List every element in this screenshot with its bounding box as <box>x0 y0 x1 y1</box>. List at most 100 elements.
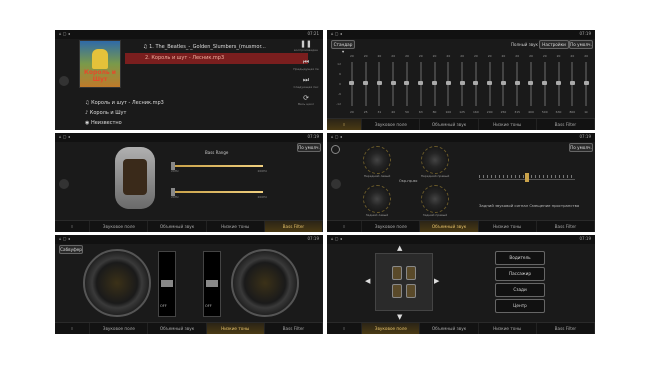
settings-button[interactable]: Настройки <box>539 40 569 49</box>
arrow-right-icon[interactable]: ▶ <box>434 277 439 285</box>
settings-gear-icon[interactable] <box>331 145 340 154</box>
previous-button[interactable]: ⏮ Предыдущая пе <box>289 58 323 76</box>
eq-band-handle[interactable] <box>349 81 355 85</box>
slider-handle[interactable] <box>161 280 173 287</box>
tab-bass-filter[interactable]: Bass Filter <box>265 323 323 334</box>
next-button[interactable]: ⏭ Следующая пес <box>289 76 323 94</box>
eq-band-handle[interactable] <box>569 81 575 85</box>
eq-band[interactable]: 20 800 <box>565 54 579 116</box>
eq-band-handle[interactable] <box>542 81 548 85</box>
bass-slider-2[interactable]: 20Hz 200Hz <box>171 185 267 199</box>
eq-band-handle[interactable] <box>459 81 465 85</box>
side-home-icon[interactable] <box>331 179 341 189</box>
bass-slider-1[interactable]: 20Hz 200Hz <box>171 159 267 173</box>
sub-slider-left[interactable]: OFF <box>158 251 176 317</box>
eq-band-handle[interactable] <box>363 81 369 85</box>
eq-band[interactable]: 20 20 <box>345 54 359 116</box>
tab-sound-field[interactable]: Звуковое поле <box>362 221 421 232</box>
preset-dropdown[interactable]: Стандар ▾ <box>331 40 355 54</box>
list-item-selected[interactable]: 2. Король и шут - Лесник.mp3 <box>125 53 308 64</box>
space-shift-slider[interactable] <box>479 171 575 185</box>
default-button[interactable]: По умолч. <box>297 143 321 152</box>
tab-bass-filter[interactable]: Bass Filter <box>537 221 595 232</box>
eq-band[interactable]: 20 25 <box>359 54 373 116</box>
tab-bass[interactable]: Низкие тоны <box>479 323 537 334</box>
eq-band-handle[interactable] <box>432 81 438 85</box>
eq-band[interactable]: 20 125 <box>455 54 469 116</box>
passenger-button[interactable]: Пассажир <box>495 267 545 281</box>
eq-band-handle[interactable] <box>390 81 396 85</box>
side-home-icon[interactable] <box>59 76 69 86</box>
eq-band-handle[interactable] <box>583 81 589 85</box>
tab-surround[interactable]: Объемный звук <box>420 119 479 130</box>
eq-band[interactable]: 20 80 <box>428 54 442 116</box>
eq-band[interactable]: 20 63 <box>414 54 428 116</box>
tab-bass-filter[interactable]: Bass Filter <box>264 221 323 232</box>
tab-bass-filter[interactable]: Bass Filter <box>537 119 595 130</box>
slider-handle[interactable] <box>525 173 529 182</box>
eq-band-handle[interactable] <box>528 81 534 85</box>
knob-rear-left[interactable]: Задний левый <box>363 185 391 217</box>
pause-button[interactable]: ❚❚ воспроизведен <box>289 40 323 58</box>
tab-sound-field[interactable]: Звуковое поле <box>90 323 149 334</box>
tab-equalizer[interactable]: ⫶⫶ <box>327 323 363 334</box>
eq-band[interactable]: 20 630 <box>552 54 566 116</box>
sub-slider-right[interactable]: OFF <box>203 251 221 317</box>
eq-band-handle[interactable] <box>404 81 410 85</box>
eq-band-handle[interactable] <box>445 81 451 85</box>
side-home-icon[interactable] <box>59 179 69 189</box>
tab-bass[interactable]: Низкие тоны <box>479 119 537 130</box>
eq-band[interactable]: 20 31 <box>373 54 387 116</box>
knob-front-left[interactable]: Передний левый <box>363 146 391 178</box>
eq-band-handle[interactable] <box>473 81 479 85</box>
repeat-button[interactable]: ⟳ Весь цикл <box>289 94 323 112</box>
sound-field-grid[interactable] <box>375 253 433 311</box>
eq-band-handle[interactable] <box>487 81 493 85</box>
tab-bass[interactable]: Низкие тоны <box>479 221 537 232</box>
tab-bass[interactable]: Низкие тоны <box>206 323 265 334</box>
tab-surround[interactable]: Объемный звук <box>420 323 479 334</box>
list-item[interactable]: ♫ 1. The_Beatles_-_Golden_Slumbers_(musm… <box>143 42 308 53</box>
tab-bass-filter[interactable]: Bass Filter <box>537 323 595 334</box>
arrow-left-icon[interactable]: ◀ <box>365 277 370 285</box>
eq-band[interactable]: 20 160 <box>469 54 483 116</box>
tab-equalizer[interactable]: ⫶⫶ <box>55 323 91 334</box>
eq-band[interactable]: 20 400 <box>524 54 538 116</box>
eq-band-handle[interactable] <box>376 81 382 85</box>
tab-bass[interactable]: Низкие тоны <box>207 221 265 232</box>
tab-surround[interactable]: Объемный звук <box>148 323 207 334</box>
full-sound-button[interactable]: Полный звук <box>511 42 538 47</box>
arrow-down-icon[interactable]: ▼ <box>397 313 402 321</box>
eq-band-handle[interactable] <box>418 81 424 85</box>
default-button[interactable]: По умолч. <box>569 40 593 49</box>
slider-handle[interactable] <box>206 280 218 287</box>
eq-band[interactable]: 20 1k <box>579 54 593 116</box>
eq-band-handle[interactable] <box>556 81 562 85</box>
driver-button[interactable]: Водитель <box>495 251 545 265</box>
eq-band[interactable]: 20 100 <box>441 54 455 116</box>
subwoofer-button[interactable]: Сабвуфер <box>59 245 83 254</box>
eq-band-handle[interactable] <box>500 81 506 85</box>
eq-band[interactable]: 20 250 <box>497 54 511 116</box>
tab-surround[interactable]: Объемный звук <box>148 221 207 232</box>
knob-rear-right[interactable]: Задний правый <box>421 185 449 217</box>
tab-sound-field[interactable]: Звуковое поле <box>362 323 421 334</box>
eq-band[interactable]: 20 200 <box>483 54 497 116</box>
tab-surround[interactable]: Объемный звук <box>420 221 479 232</box>
eq-band-handle[interactable] <box>514 81 520 85</box>
center-button[interactable]: Центр <box>495 299 545 313</box>
tab-equalizer[interactable]: ⫶⫶ <box>327 221 363 232</box>
knob-front-right[interactable]: Передний правый <box>421 146 449 178</box>
default-button[interactable]: По умолч. <box>569 143 593 152</box>
eq-band-value: 20 <box>363 54 368 58</box>
eq-band[interactable]: 20 50 <box>400 54 414 116</box>
eq-band[interactable]: 20 500 <box>538 54 552 116</box>
tab-sound-field[interactable]: Звуковое поле <box>362 119 421 130</box>
eq-band[interactable]: 20 315 <box>510 54 524 116</box>
arrow-up-icon[interactable]: ▲ <box>397 244 402 252</box>
tab-equalizer[interactable]: ⫶⫶ <box>327 119 363 130</box>
tab-sound-field[interactable]: Звуковое поле <box>90 221 149 232</box>
eq-band[interactable]: 20 40 <box>386 54 400 116</box>
rear-button[interactable]: Сзади <box>495 283 545 297</box>
tab-equalizer[interactable]: ⫶⫶ <box>55 221 91 232</box>
